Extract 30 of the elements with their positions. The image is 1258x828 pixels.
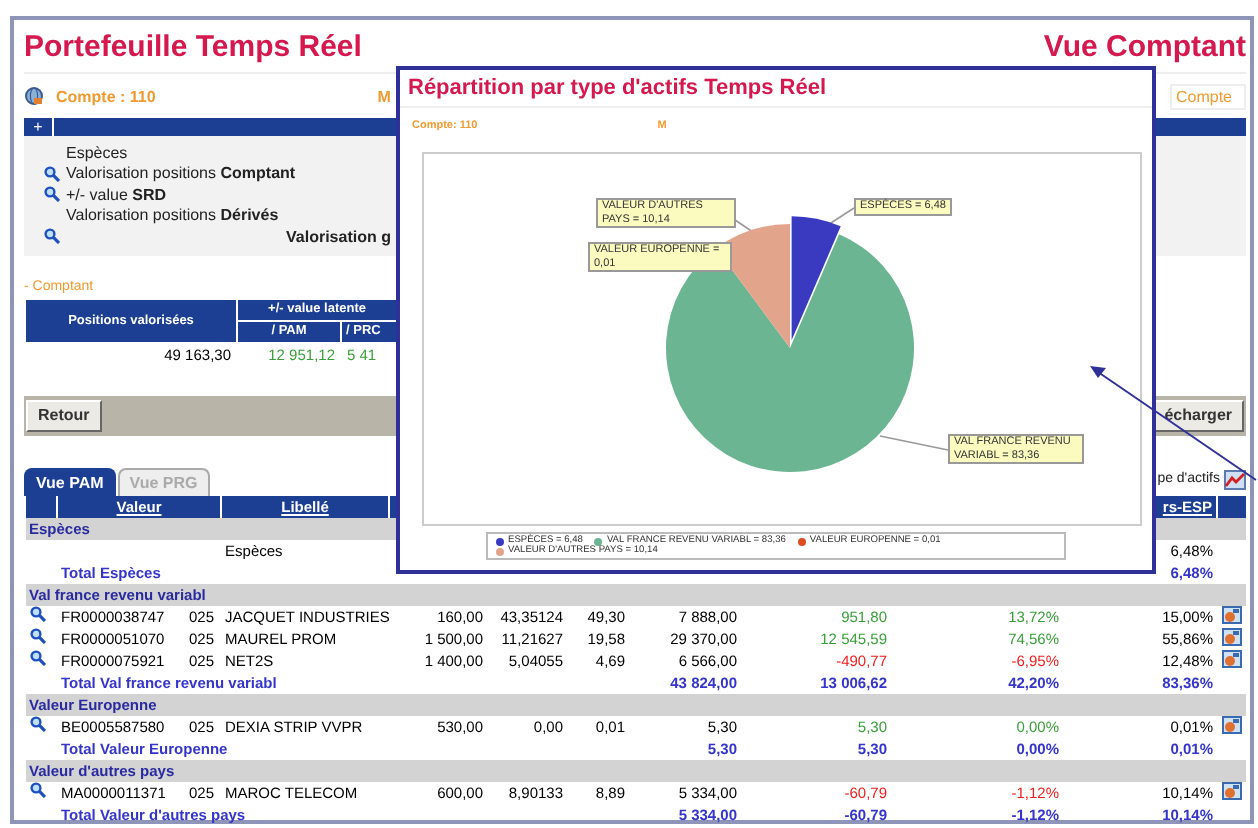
search-icon[interactable] [44,186,60,203]
summary-line: Valorisation g [286,227,391,246]
account-label: Compte : 110 [56,87,156,105]
search-icon[interactable] [29,606,45,622]
document-icon[interactable] [1221,781,1242,799]
search-icon[interactable] [29,650,45,666]
globe-icon [24,86,44,106]
account-code: M [377,87,391,105]
reload-button[interactable]: écharger [1152,399,1244,431]
search-icon[interactable] [29,716,45,732]
back-button[interactable]: Retour [26,399,102,431]
tab[interactable]: Vue PAM [24,467,116,495]
summary-line: +/- value SRD [66,185,167,204]
search-icon[interactable] [29,628,45,644]
page-title: Portefeuille Temps Réel [24,29,362,63]
document-icon[interactable] [1221,649,1242,667]
document-icon[interactable] [1221,605,1242,623]
summary-line: Valorisation positions Dérivés [66,206,279,225]
document-icon[interactable] [1221,627,1242,645]
view-title: Vue Comptant [1043,29,1246,63]
search-icon[interactable] [44,165,60,182]
search-icon[interactable] [44,228,60,245]
leader-line [879,435,949,451]
summary-line: Espèces [66,143,128,162]
document-icon[interactable] [1221,715,1242,733]
summary-line: Valorisation positions Comptant [66,164,296,183]
search-icon[interactable] [29,782,45,798]
line-chart-icon[interactable] [1224,469,1246,489]
account-label: Compte [1169,83,1246,109]
popup-title: Répartition par type d'actifs Temps Réel [400,70,1152,108]
